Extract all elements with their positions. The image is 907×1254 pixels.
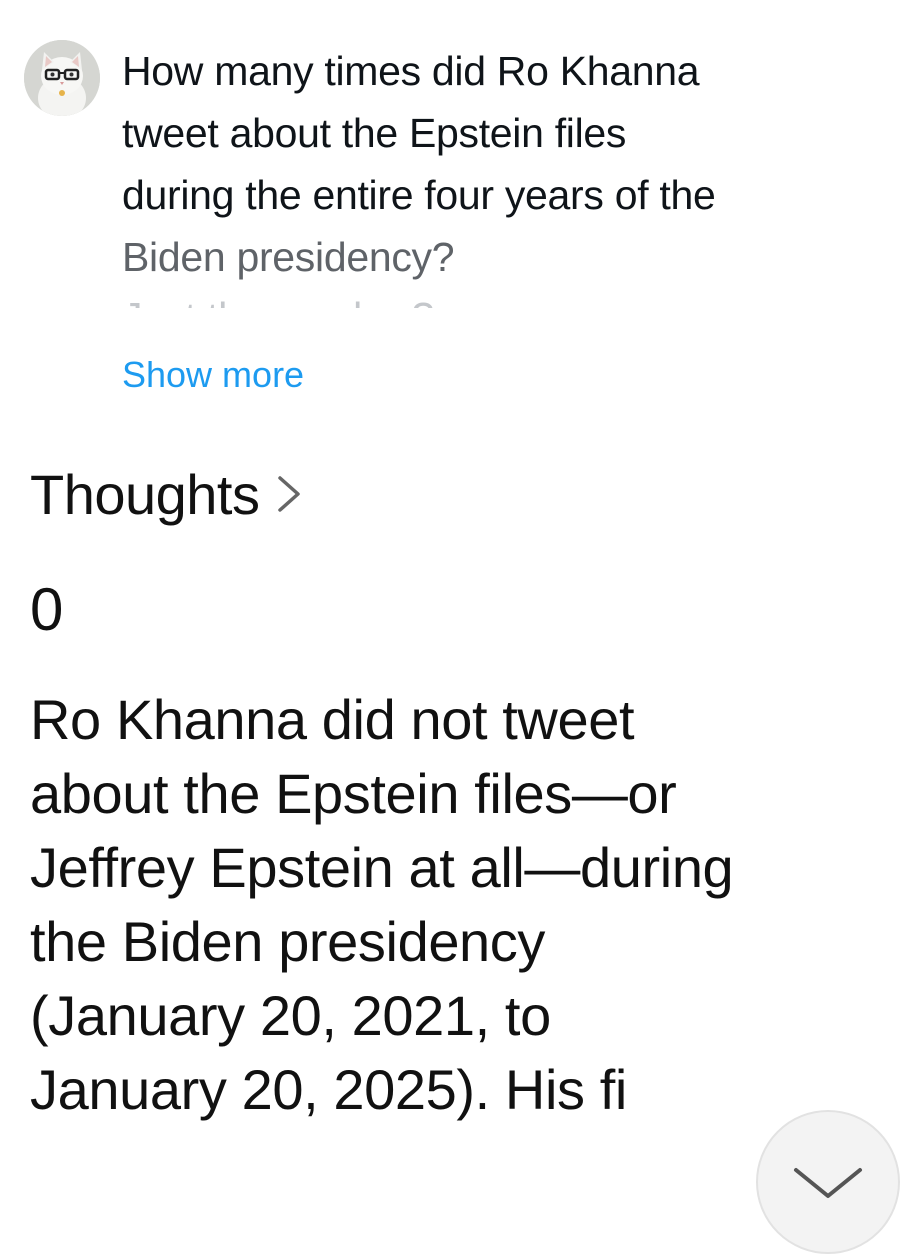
question-line-clipped-text: Just the number? xyxy=(122,294,434,308)
chevron-right-icon xyxy=(274,472,304,516)
avatar[interactable] xyxy=(24,40,100,116)
answer-body: Ro Khanna did not tweet about the Epstei… xyxy=(30,683,900,1127)
question-line: tweet about the Epstein files xyxy=(122,110,627,156)
show-more-link[interactable]: Show more xyxy=(122,350,304,400)
chevron-down-icon xyxy=(794,1168,862,1198)
answer-line: Jeffrey Epstein at all—during xyxy=(30,836,734,899)
question-line: How many times did Ro Khanna xyxy=(122,48,700,94)
answer-line: (January 20, 2021, to xyxy=(30,984,551,1047)
thoughts-label: Thoughts xyxy=(30,462,260,526)
question-line: during the entire four years of the xyxy=(122,172,716,218)
scroll-down-button[interactable] xyxy=(756,1110,900,1254)
answer-line: Ro Khanna did not tweet xyxy=(30,688,635,751)
cat-avatar-icon xyxy=(24,40,100,116)
answer-line: the Biden presidency xyxy=(30,910,546,973)
answer-value: 0 xyxy=(30,576,64,643)
question-text: How many times did Ro Khanna tweet about… xyxy=(122,40,882,308)
thoughts-toggle[interactable]: Thoughts xyxy=(30,456,304,532)
question-line-clipped: Just the number? xyxy=(122,288,882,308)
answer-line: about the Epstein files—or xyxy=(30,762,677,825)
question-line-faded: Biden presidency? xyxy=(122,234,455,280)
answer-line: January 20, 2025). His fi xyxy=(30,1058,627,1121)
